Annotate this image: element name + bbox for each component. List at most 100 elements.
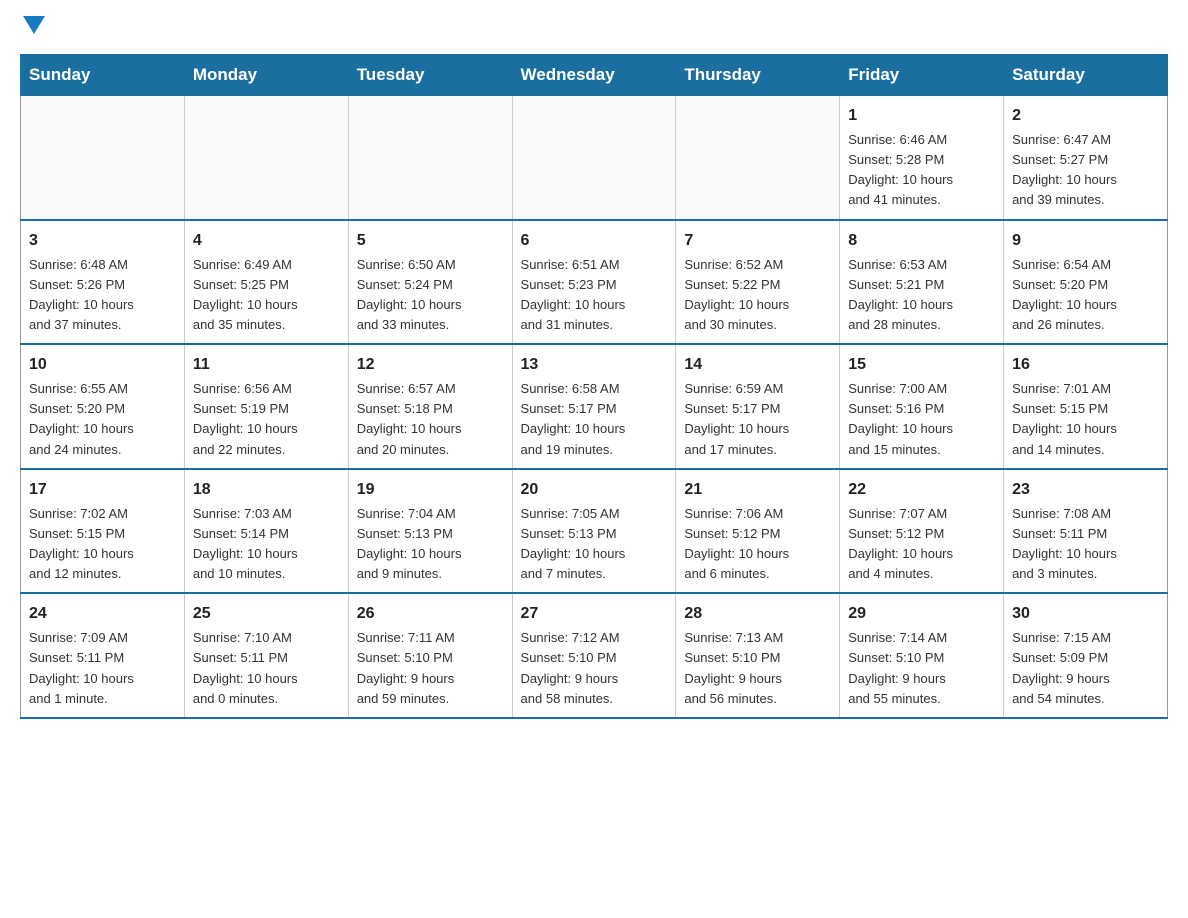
calendar-cell: 7Sunrise: 6:52 AMSunset: 5:22 PMDaylight…: [676, 220, 840, 345]
day-number: 10: [29, 353, 176, 377]
header-sunday: Sunday: [21, 55, 185, 96]
header-friday: Friday: [840, 55, 1004, 96]
day-number: 16: [1012, 353, 1159, 377]
day-info: Sunrise: 7:15 AMSunset: 5:09 PMDaylight:…: [1012, 628, 1159, 709]
day-number: 27: [521, 602, 668, 626]
day-info: Sunrise: 7:05 AMSunset: 5:13 PMDaylight:…: [521, 504, 668, 585]
calendar-cell: 3Sunrise: 6:48 AMSunset: 5:26 PMDaylight…: [21, 220, 185, 345]
day-number: 15: [848, 353, 995, 377]
day-number: 21: [684, 478, 831, 502]
day-number: 5: [357, 229, 504, 253]
day-info: Sunrise: 7:09 AMSunset: 5:11 PMDaylight:…: [29, 628, 176, 709]
day-number: 22: [848, 478, 995, 502]
day-number: 20: [521, 478, 668, 502]
calendar-cell: 5Sunrise: 6:50 AMSunset: 5:24 PMDaylight…: [348, 220, 512, 345]
calendar-cell: [512, 96, 676, 220]
day-info: Sunrise: 6:57 AMSunset: 5:18 PMDaylight:…: [357, 379, 504, 460]
calendar-week-row: 24Sunrise: 7:09 AMSunset: 5:11 PMDayligh…: [21, 593, 1168, 718]
calendar-cell: 20Sunrise: 7:05 AMSunset: 5:13 PMDayligh…: [512, 469, 676, 594]
day-number: 29: [848, 602, 995, 626]
day-number: 8: [848, 229, 995, 253]
day-info: Sunrise: 7:06 AMSunset: 5:12 PMDaylight:…: [684, 504, 831, 585]
day-number: 6: [521, 229, 668, 253]
calendar-cell: 14Sunrise: 6:59 AMSunset: 5:17 PMDayligh…: [676, 344, 840, 469]
calendar-week-row: 3Sunrise: 6:48 AMSunset: 5:26 PMDaylight…: [21, 220, 1168, 345]
day-number: 28: [684, 602, 831, 626]
day-info: Sunrise: 6:50 AMSunset: 5:24 PMDaylight:…: [357, 255, 504, 336]
calendar-cell: 8Sunrise: 6:53 AMSunset: 5:21 PMDaylight…: [840, 220, 1004, 345]
day-info: Sunrise: 6:51 AMSunset: 5:23 PMDaylight:…: [521, 255, 668, 336]
calendar-cell: 28Sunrise: 7:13 AMSunset: 5:10 PMDayligh…: [676, 593, 840, 718]
calendar-cell: 18Sunrise: 7:03 AMSunset: 5:14 PMDayligh…: [184, 469, 348, 594]
day-info: Sunrise: 6:53 AMSunset: 5:21 PMDaylight:…: [848, 255, 995, 336]
day-number: 7: [684, 229, 831, 253]
calendar-cell: 30Sunrise: 7:15 AMSunset: 5:09 PMDayligh…: [1004, 593, 1168, 718]
day-info: Sunrise: 6:58 AMSunset: 5:17 PMDaylight:…: [521, 379, 668, 460]
day-number: 1: [848, 104, 995, 128]
calendar-cell: 9Sunrise: 6:54 AMSunset: 5:20 PMDaylight…: [1004, 220, 1168, 345]
calendar-cell: 11Sunrise: 6:56 AMSunset: 5:19 PMDayligh…: [184, 344, 348, 469]
day-number: 25: [193, 602, 340, 626]
day-number: 23: [1012, 478, 1159, 502]
calendar-table: Sunday Monday Tuesday Wednesday Thursday…: [20, 54, 1168, 719]
day-info: Sunrise: 7:02 AMSunset: 5:15 PMDaylight:…: [29, 504, 176, 585]
day-info: Sunrise: 6:54 AMSunset: 5:20 PMDaylight:…: [1012, 255, 1159, 336]
header-wednesday: Wednesday: [512, 55, 676, 96]
calendar-cell: 10Sunrise: 6:55 AMSunset: 5:20 PMDayligh…: [21, 344, 185, 469]
calendar-cell: 25Sunrise: 7:10 AMSunset: 5:11 PMDayligh…: [184, 593, 348, 718]
calendar-cell: 22Sunrise: 7:07 AMSunset: 5:12 PMDayligh…: [840, 469, 1004, 594]
day-info: Sunrise: 6:59 AMSunset: 5:17 PMDaylight:…: [684, 379, 831, 460]
day-info: Sunrise: 7:12 AMSunset: 5:10 PMDaylight:…: [521, 628, 668, 709]
day-number: 11: [193, 353, 340, 377]
day-info: Sunrise: 6:46 AMSunset: 5:28 PMDaylight:…: [848, 130, 995, 211]
calendar-cell: [184, 96, 348, 220]
calendar-week-row: 17Sunrise: 7:02 AMSunset: 5:15 PMDayligh…: [21, 469, 1168, 594]
day-number: 2: [1012, 104, 1159, 128]
calendar-cell: 26Sunrise: 7:11 AMSunset: 5:10 PMDayligh…: [348, 593, 512, 718]
calendar-week-row: 1Sunrise: 6:46 AMSunset: 5:28 PMDaylight…: [21, 96, 1168, 220]
logo: [20, 20, 45, 34]
day-number: 24: [29, 602, 176, 626]
day-info: Sunrise: 7:07 AMSunset: 5:12 PMDaylight:…: [848, 504, 995, 585]
day-number: 13: [521, 353, 668, 377]
day-info: Sunrise: 6:48 AMSunset: 5:26 PMDaylight:…: [29, 255, 176, 336]
calendar-cell: 12Sunrise: 6:57 AMSunset: 5:18 PMDayligh…: [348, 344, 512, 469]
day-number: 14: [684, 353, 831, 377]
calendar-week-row: 10Sunrise: 6:55 AMSunset: 5:20 PMDayligh…: [21, 344, 1168, 469]
page-header: [20, 20, 1168, 34]
day-info: Sunrise: 6:56 AMSunset: 5:19 PMDaylight:…: [193, 379, 340, 460]
calendar-cell: 29Sunrise: 7:14 AMSunset: 5:10 PMDayligh…: [840, 593, 1004, 718]
day-info: Sunrise: 7:08 AMSunset: 5:11 PMDaylight:…: [1012, 504, 1159, 585]
day-info: Sunrise: 7:11 AMSunset: 5:10 PMDaylight:…: [357, 628, 504, 709]
day-info: Sunrise: 7:04 AMSunset: 5:13 PMDaylight:…: [357, 504, 504, 585]
calendar-cell: 13Sunrise: 6:58 AMSunset: 5:17 PMDayligh…: [512, 344, 676, 469]
calendar-cell: 4Sunrise: 6:49 AMSunset: 5:25 PMDaylight…: [184, 220, 348, 345]
day-number: 26: [357, 602, 504, 626]
calendar-cell: 6Sunrise: 6:51 AMSunset: 5:23 PMDaylight…: [512, 220, 676, 345]
calendar-cell: [676, 96, 840, 220]
header-tuesday: Tuesday: [348, 55, 512, 96]
day-info: Sunrise: 6:55 AMSunset: 5:20 PMDaylight:…: [29, 379, 176, 460]
calendar-cell: 23Sunrise: 7:08 AMSunset: 5:11 PMDayligh…: [1004, 469, 1168, 594]
day-info: Sunrise: 7:10 AMSunset: 5:11 PMDaylight:…: [193, 628, 340, 709]
calendar-cell: 27Sunrise: 7:12 AMSunset: 5:10 PMDayligh…: [512, 593, 676, 718]
day-info: Sunrise: 7:03 AMSunset: 5:14 PMDaylight:…: [193, 504, 340, 585]
calendar-cell: 1Sunrise: 6:46 AMSunset: 5:28 PMDaylight…: [840, 96, 1004, 220]
calendar-cell: [348, 96, 512, 220]
calendar-cell: 19Sunrise: 7:04 AMSunset: 5:13 PMDayligh…: [348, 469, 512, 594]
calendar-cell: [21, 96, 185, 220]
calendar-cell: 2Sunrise: 6:47 AMSunset: 5:27 PMDaylight…: [1004, 96, 1168, 220]
calendar-cell: 21Sunrise: 7:06 AMSunset: 5:12 PMDayligh…: [676, 469, 840, 594]
day-number: 3: [29, 229, 176, 253]
day-info: Sunrise: 7:14 AMSunset: 5:10 PMDaylight:…: [848, 628, 995, 709]
day-number: 12: [357, 353, 504, 377]
day-number: 4: [193, 229, 340, 253]
header-saturday: Saturday: [1004, 55, 1168, 96]
day-number: 30: [1012, 602, 1159, 626]
calendar-cell: 15Sunrise: 7:00 AMSunset: 5:16 PMDayligh…: [840, 344, 1004, 469]
day-info: Sunrise: 6:47 AMSunset: 5:27 PMDaylight:…: [1012, 130, 1159, 211]
day-info: Sunrise: 6:52 AMSunset: 5:22 PMDaylight:…: [684, 255, 831, 336]
day-number: 19: [357, 478, 504, 502]
header-thursday: Thursday: [676, 55, 840, 96]
weekday-header-row: Sunday Monday Tuesday Wednesday Thursday…: [21, 55, 1168, 96]
